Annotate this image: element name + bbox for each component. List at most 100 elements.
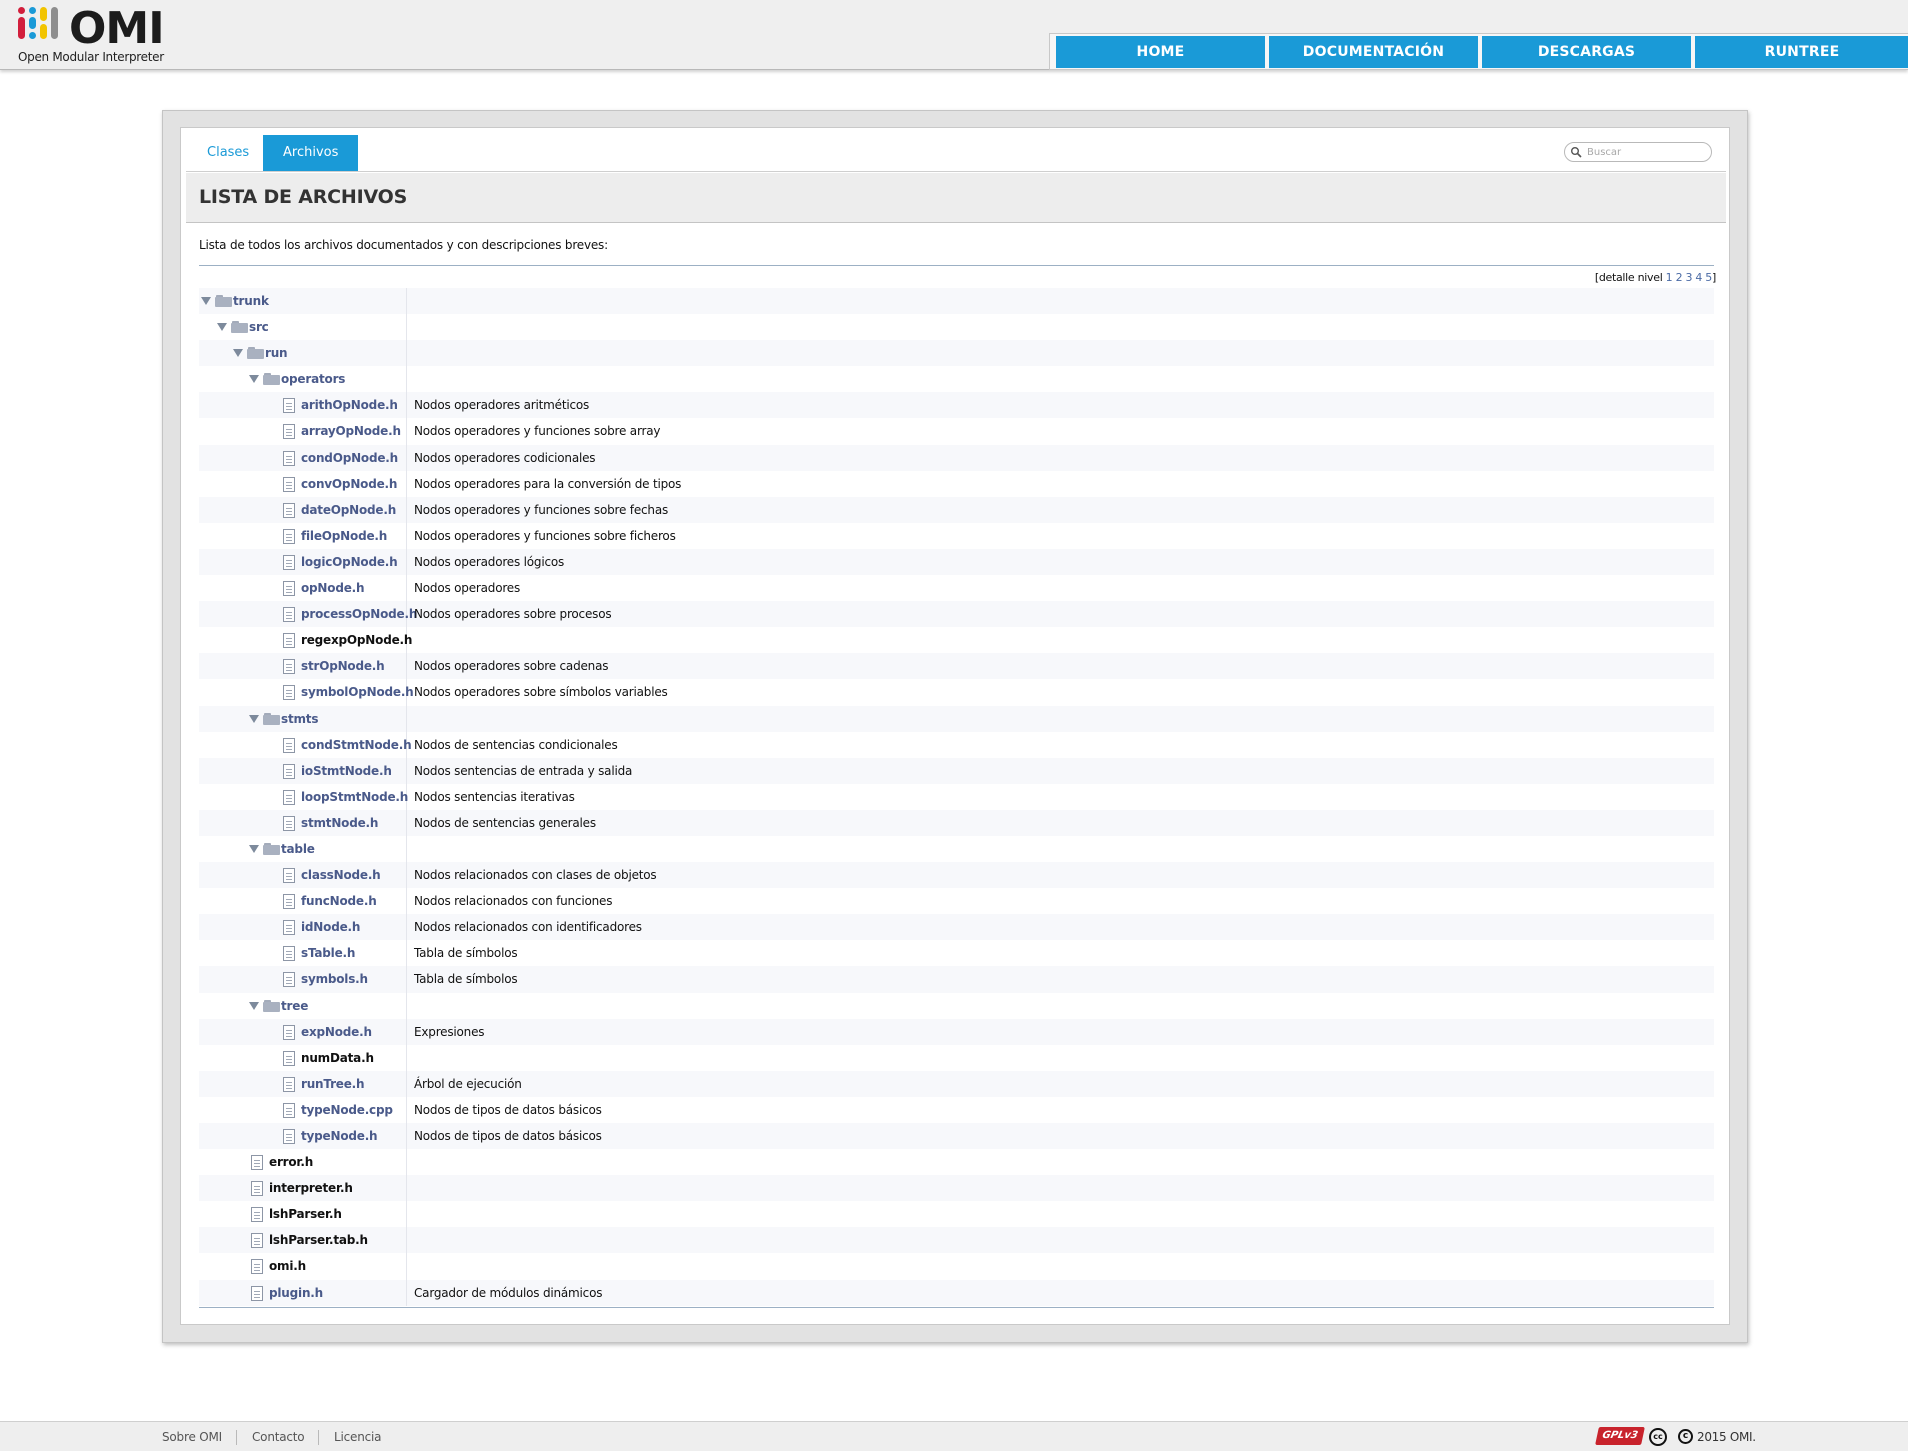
- tree-file-row[interactable]: ioStmtNode.h Nodos sentencias de entrada …: [199, 757, 1714, 784]
- tree-file-row[interactable]: lshParser.tab.h: [199, 1227, 1714, 1254]
- tree-file-row[interactable]: arithOpNode.h Nodos operadores aritmético…: [199, 392, 1714, 419]
- tree-file-row[interactable]: classNode.h Nodos relacionados con clases…: [199, 862, 1714, 889]
- file-name-link[interactable]: arrayOpNode.h: [301, 418, 401, 444]
- file-name-link[interactable]: strOpNode.h: [301, 653, 385, 679]
- file-name-link[interactable]: fileOpNode.h: [301, 523, 387, 549]
- level-1-link[interactable]: 1: [1666, 271, 1673, 284]
- tree-folder-row[interactable]: tree: [199, 992, 1714, 1019]
- tree-file-row[interactable]: opNode.h Nodos operadores: [199, 575, 1714, 602]
- file-name-link[interactable]: idNode.h: [301, 914, 360, 940]
- tree-file-row[interactable]: convOpNode.h Nodos operadores para la con…: [199, 470, 1714, 497]
- gpl-badge-icon[interactable]: GPLv3: [1595, 1427, 1645, 1445]
- folder-name[interactable]: tree: [281, 993, 308, 1019]
- nav-descargas-button[interactable]: DESCARGAS: [1482, 36, 1691, 68]
- tree-folder-row[interactable]: table: [199, 835, 1714, 863]
- folder-name[interactable]: trunk: [233, 288, 269, 314]
- file-name-link[interactable]: symbolOpNode.h: [301, 679, 414, 705]
- creative-commons-icon[interactable]: cc: [1649, 1428, 1667, 1446]
- tree-file-row[interactable]: typeNode.h Nodos de tipos de datos básico…: [199, 1123, 1714, 1150]
- tree-file-row[interactable]: arrayOpNode.h Nodos operadores y funcione…: [199, 418, 1714, 445]
- footer-link-licencia[interactable]: Licencia: [334, 1430, 381, 1444]
- level-3-link[interactable]: 3: [1685, 271, 1692, 284]
- tree-folder-row[interactable]: stmts: [199, 705, 1714, 732]
- level-5-link[interactable]: 5: [1705, 271, 1712, 284]
- tree-file-row[interactable]: interpreter.h: [199, 1175, 1714, 1202]
- file-name-link[interactable]: classNode.h: [301, 862, 381, 888]
- tree-file-row[interactable]: plugin.h Cargador de módulos dinámicos: [199, 1279, 1714, 1306]
- file-name-link[interactable]: typeNode.cpp: [301, 1097, 393, 1123]
- search-input[interactable]: [1587, 145, 1705, 160]
- file-icon: [283, 607, 295, 623]
- tree-file-row[interactable]: dateOpNode.h Nodos operadores y funciones…: [199, 496, 1714, 523]
- expand-arrow-icon[interactable]: [249, 375, 259, 384]
- tab-archivos[interactable]: Archivos: [263, 135, 359, 171]
- footer-link-contacto[interactable]: Contacto: [252, 1430, 305, 1444]
- tree-file-row[interactable]: omi.h: [199, 1253, 1714, 1280]
- file-name-link[interactable]: funcNode.h: [301, 888, 377, 914]
- tree-file-row[interactable]: sTable.h Tabla de símbolos: [199, 940, 1714, 967]
- tree-folder-row[interactable]: trunk: [199, 288, 1714, 315]
- tree-file-row[interactable]: strOpNode.h Nodos operadores sobre cadena…: [199, 653, 1714, 680]
- expand-arrow-icon[interactable]: [249, 714, 259, 723]
- file-name-link[interactable]: runTree.h: [301, 1071, 365, 1097]
- nav-home-button[interactable]: HOME: [1056, 36, 1265, 68]
- file-name-link[interactable]: arithOpNode.h: [301, 392, 398, 418]
- tree-file-row[interactable]: expNode.h Expresiones: [199, 1018, 1714, 1045]
- file-name-link[interactable]: expNode.h: [301, 1019, 372, 1045]
- level-2-link[interactable]: 2: [1676, 271, 1683, 284]
- search-icon[interactable]: [1570, 146, 1582, 158]
- folder-name[interactable]: operators: [281, 366, 345, 392]
- file-name-link[interactable]: condOpNode.h: [301, 445, 398, 471]
- file-name-link[interactable]: symbols.h: [301, 966, 368, 992]
- tree-folder-row[interactable]: src: [199, 314, 1714, 341]
- tree-file-row[interactable]: processOpNode.h Nodos operadores sobre pr…: [199, 601, 1714, 628]
- tree-file-row[interactable]: typeNode.cpp Nodos de tipos de datos bási…: [199, 1096, 1714, 1123]
- tree-file-row[interactable]: loopStmtNode.h Nodos sentencias iterativa…: [199, 783, 1714, 810]
- file-name-link[interactable]: typeNode.h: [301, 1123, 378, 1149]
- tree-file-row[interactable]: condStmtNode.h Nodos de sentencias condic…: [199, 731, 1714, 758]
- tree-file-row[interactable]: lshParser.h: [199, 1201, 1714, 1228]
- tree-file-row[interactable]: fileOpNode.h Nodos operadores y funciones…: [199, 522, 1714, 549]
- tree-file-row[interactable]: idNode.h Nodos relacionados con identific…: [199, 914, 1714, 941]
- file-name-link[interactable]: plugin.h: [269, 1280, 323, 1306]
- file-name-link[interactable]: ioStmtNode.h: [301, 758, 392, 784]
- expand-arrow-icon[interactable]: [233, 349, 243, 358]
- tree-file-row[interactable]: regexpOpNode.h: [199, 627, 1714, 654]
- tree-file-row[interactable]: funcNode.h Nodos relacionados con funcion…: [199, 888, 1714, 915]
- tree-name-cell: symbols.h: [199, 966, 407, 993]
- nav-runtree-button[interactable]: RUNTREE: [1695, 36, 1908, 68]
- file-name-link[interactable]: opNode.h: [301, 575, 365, 601]
- file-name-link[interactable]: processOpNode.h: [301, 601, 417, 627]
- expand-arrow-icon[interactable]: [217, 323, 227, 332]
- file-name-link[interactable]: loopStmtNode.h: [301, 784, 408, 810]
- tree-file-row[interactable]: error.h: [199, 1149, 1714, 1176]
- tree-file-row[interactable]: condOpNode.h Nodos operadores codicionale…: [199, 444, 1714, 471]
- tree-file-row[interactable]: symbols.h Tabla de símbolos: [199, 966, 1714, 993]
- tree-file-row[interactable]: runTree.h Árbol de ejecución: [199, 1070, 1714, 1097]
- omi-logo[interactable]: OMI Open Modular Interpreter: [18, 3, 168, 67]
- file-name-link[interactable]: convOpNode.h: [301, 471, 397, 497]
- level-4-link[interactable]: 4: [1695, 271, 1702, 284]
- file-name-link[interactable]: dateOpNode.h: [301, 497, 396, 523]
- expand-arrow-icon[interactable]: [249, 1001, 259, 1010]
- expand-arrow-icon[interactable]: [201, 297, 211, 305]
- tree-file-row[interactable]: numData.h: [199, 1044, 1714, 1071]
- file-name-link[interactable]: logicOpNode.h: [301, 549, 398, 575]
- folder-name[interactable]: src: [249, 314, 269, 340]
- folder-name[interactable]: stmts: [281, 706, 318, 732]
- folder-name[interactable]: run: [265, 340, 288, 366]
- tree-folder-row[interactable]: run: [199, 340, 1714, 367]
- tree-file-row[interactable]: stmtNode.h Nodos de sentencias generales: [199, 809, 1714, 836]
- expand-arrow-icon[interactable]: [249, 844, 259, 853]
- search-box[interactable]: [1564, 142, 1712, 162]
- file-name-link[interactable]: condStmtNode.h: [301, 732, 412, 758]
- tree-file-row[interactable]: symbolOpNode.h Nodos operadores sobre sím…: [199, 679, 1714, 706]
- nav-documentacion-button[interactable]: DOCUMENTACIÓN: [1269, 36, 1478, 68]
- tree-file-row[interactable]: logicOpNode.h Nodos operadores lógicos: [199, 548, 1714, 576]
- file-name-link[interactable]: stmtNode.h: [301, 810, 378, 836]
- folder-name[interactable]: table: [281, 836, 315, 862]
- tree-folder-row[interactable]: operators: [199, 366, 1714, 393]
- footer-link-sobre-omi[interactable]: Sobre OMI: [162, 1430, 222, 1444]
- file-name-link[interactable]: sTable.h: [301, 940, 355, 966]
- tab-clases[interactable]: Clases: [187, 135, 269, 171]
